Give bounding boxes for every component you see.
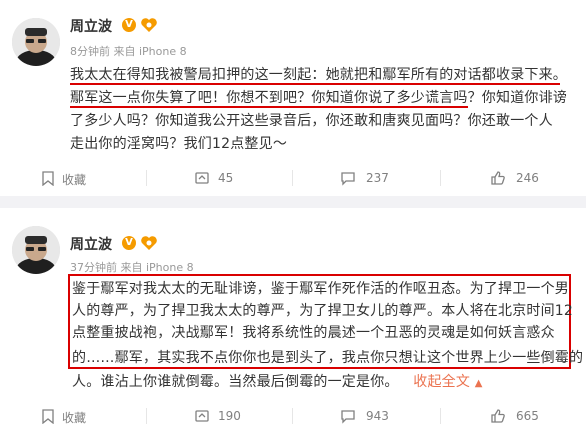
weibo-post-1: 周立波 V 8分钟前 来自 iPhone 8 我太太在得知我被警局扣押的这一刻起… [0, 0, 586, 196]
divider [440, 170, 441, 186]
weibo-post-2: 周立波 V 37分钟前 来自 iPhone 8 鉴于鄢军对我太太的无耻诽谤，鉴于… [0, 208, 586, 428]
post-text-line: 鄢军这一点你失算了吧！你想不到吧？你知道你说了多少谎言吗？你知道你诽谤 [70, 90, 567, 106]
like-count[interactable]: 665 [516, 409, 539, 423]
post-text-line: 的……鄢军，其实我不点你你也是到头了，我点你只想让这个世界上少一些倒霉的 [72, 350, 584, 366]
post-meta: 8分钟前 来自 iPhone 8 [70, 45, 187, 58]
author-name[interactable]: 周立波 [70, 234, 112, 254]
repost-icon[interactable] [194, 170, 210, 186]
avatar[interactable] [12, 226, 60, 274]
collapse-text-link[interactable]: 收起全文 [413, 374, 470, 390]
verified-badge-icon: V [122, 236, 136, 250]
post-text-line: 人。谁沾上你谁就倒霉。当然最后倒霉的一定是你。 收起全文 ▲ [72, 371, 483, 391]
favorite-icon[interactable] [40, 170, 56, 186]
post-text-line: 走出你的淫窝吗？我们12点整见～ [70, 136, 288, 152]
divider [292, 170, 293, 186]
highlight-underline [70, 106, 468, 108]
post-text-line: 鉴于鄢军对我太太的无耻诽谤，鉴于鄢军作死作活的作呕丑态。为了捍卫一个男 [72, 281, 569, 297]
like-icon[interactable] [490, 170, 506, 186]
author-name[interactable]: 周立波 [70, 16, 112, 36]
repost-count[interactable]: 190 [218, 409, 241, 423]
divider [292, 408, 293, 424]
like-icon[interactable] [490, 408, 506, 424]
post-text-line: 我太太在得知我被警局扣押的这一刻起：她就把和鄢军所有的对话都收录下来。 [70, 67, 567, 83]
member-badge-icon [141, 236, 157, 250]
comment-count[interactable]: 943 [366, 409, 389, 423]
post-text-line: 点整重披战袍，决战鄢军！我将系统性的晨述一个丑恶的灵魂是如何妖言惑众 [72, 325, 555, 341]
post-text-line: 人的尊严，为了捍卫我太太的尊严，为了捍卫女儿的尊严。本人将在北京时间12 [72, 303, 574, 319]
favorite-button[interactable]: 收藏 [62, 409, 86, 426]
avatar[interactable] [12, 18, 60, 66]
comment-icon[interactable] [340, 408, 356, 424]
comment-count[interactable]: 237 [366, 171, 389, 185]
post-text-tail: 人。谁沾上你谁就倒霉。当然最后倒霉的一定是你。 [72, 374, 399, 390]
favorite-icon[interactable] [40, 408, 56, 424]
collapse-arrow-icon[interactable]: ▲ [475, 378, 483, 389]
post-text-line: 了多少人吗？你知道我公开这些录音后，你还敢和唐爽见面吗？你还敢一个人 [70, 113, 553, 129]
divider [440, 408, 441, 424]
repost-icon[interactable] [194, 408, 210, 424]
comment-icon[interactable] [340, 170, 356, 186]
like-count[interactable]: 246 [516, 171, 539, 185]
post-meta: 37分钟前 来自 iPhone 8 [70, 261, 194, 274]
divider [146, 170, 147, 186]
repost-count[interactable]: 45 [218, 171, 233, 185]
favorite-button[interactable]: 收藏 [62, 171, 86, 188]
highlight-underline [70, 83, 560, 85]
member-badge-icon [141, 18, 157, 32]
verified-badge-icon: V [122, 18, 136, 32]
divider [146, 408, 147, 424]
